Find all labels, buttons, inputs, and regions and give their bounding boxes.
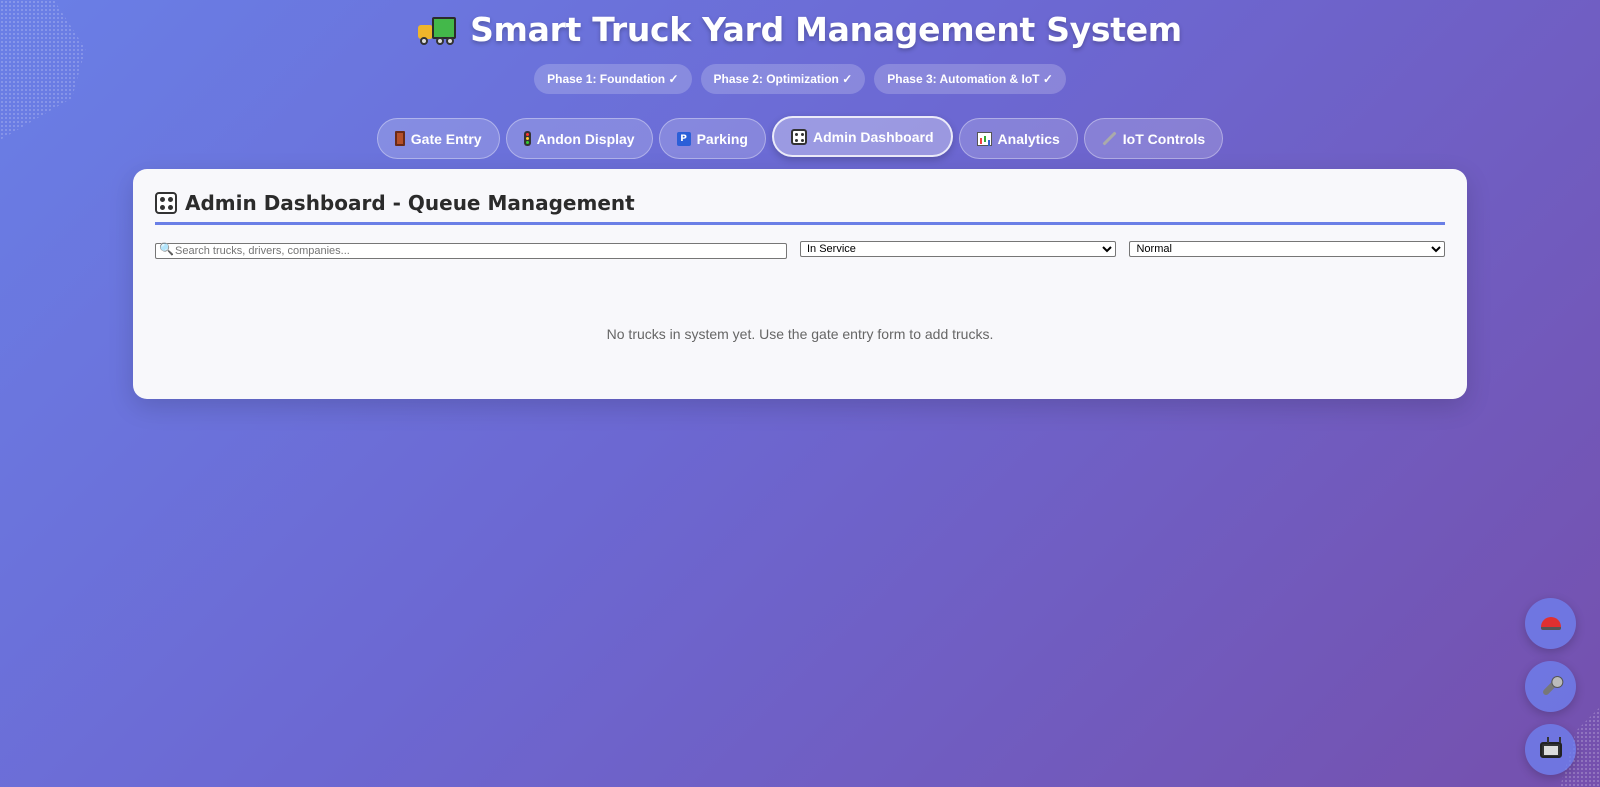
- tab-andon-display[interactable]: Andon Display: [505, 118, 653, 159]
- tab-analytics[interactable]: Analytics: [958, 118, 1078, 159]
- alarm-button[interactable]: [1525, 598, 1576, 649]
- dashboard-icon: [155, 192, 177, 214]
- phase-badge: Phase 2: Optimization ✓: [700, 64, 866, 94]
- app-header: Smart Truck Yard Management System Phase…: [0, 0, 1600, 159]
- search-icon: 🔍: [159, 242, 174, 256]
- tab-label: Andon Display: [536, 130, 635, 147]
- search-input[interactable]: [155, 243, 787, 259]
- tab-label: Gate Entry: [410, 130, 482, 147]
- truck-icon: [418, 13, 458, 45]
- status-filter-select[interactable]: In Service: [799, 241, 1117, 257]
- tab-label: Parking: [696, 130, 748, 147]
- door-icon: [394, 131, 405, 146]
- phase-badges: Phase 1: Foundation ✓ Phase 2: Optimizat…: [0, 64, 1600, 94]
- tab-iot-controls[interactable]: IoT Controls: [1083, 118, 1224, 159]
- traffic-light-icon: [523, 131, 531, 146]
- phase-badge: Phase 3: Automation & IoT ✓: [874, 64, 1066, 94]
- wrench-icon: [1102, 131, 1117, 146]
- tab-label: Analytics: [997, 130, 1060, 147]
- tab-parking[interactable]: P Parking: [658, 118, 766, 159]
- dashboard-icon: [790, 128, 807, 145]
- tab-admin-dashboard[interactable]: Admin Dashboard: [771, 116, 953, 157]
- phase-badge: Phase 1: Foundation ✓: [534, 64, 692, 94]
- priority-filter-select[interactable]: Normal: [1129, 241, 1445, 257]
- tab-label: Admin Dashboard: [812, 128, 934, 145]
- queue-management-panel: Admin Dashboard - Queue Management 🔍 In …: [133, 169, 1467, 399]
- panel-title-text: Admin Dashboard - Queue Management: [185, 191, 635, 215]
- app-title: Smart Truck Yard Management System: [470, 9, 1182, 49]
- microphone-button[interactable]: [1525, 661, 1576, 712]
- tab-gate-entry[interactable]: Gate Entry: [376, 118, 500, 159]
- main-nav: Gate Entry Andon Display P Parking Admin…: [0, 116, 1600, 159]
- alarm-icon: [1540, 617, 1561, 630]
- microphone-icon: [1541, 677, 1560, 696]
- panel-title: Admin Dashboard - Queue Management: [155, 191, 1445, 225]
- filter-bar: 🔍 In Service Normal: [155, 241, 1445, 259]
- chart-icon: [976, 131, 992, 146]
- tab-label: IoT Controls: [1122, 130, 1206, 147]
- parking-icon: P: [676, 131, 691, 146]
- empty-state-message: No trucks in system yet. Use the gate en…: [606, 326, 994, 342]
- search-wrap: 🔍: [155, 241, 787, 259]
- tv-button[interactable]: [1525, 724, 1576, 775]
- tv-icon: [1539, 741, 1562, 758]
- title-row: Smart Truck Yard Management System: [0, 8, 1600, 50]
